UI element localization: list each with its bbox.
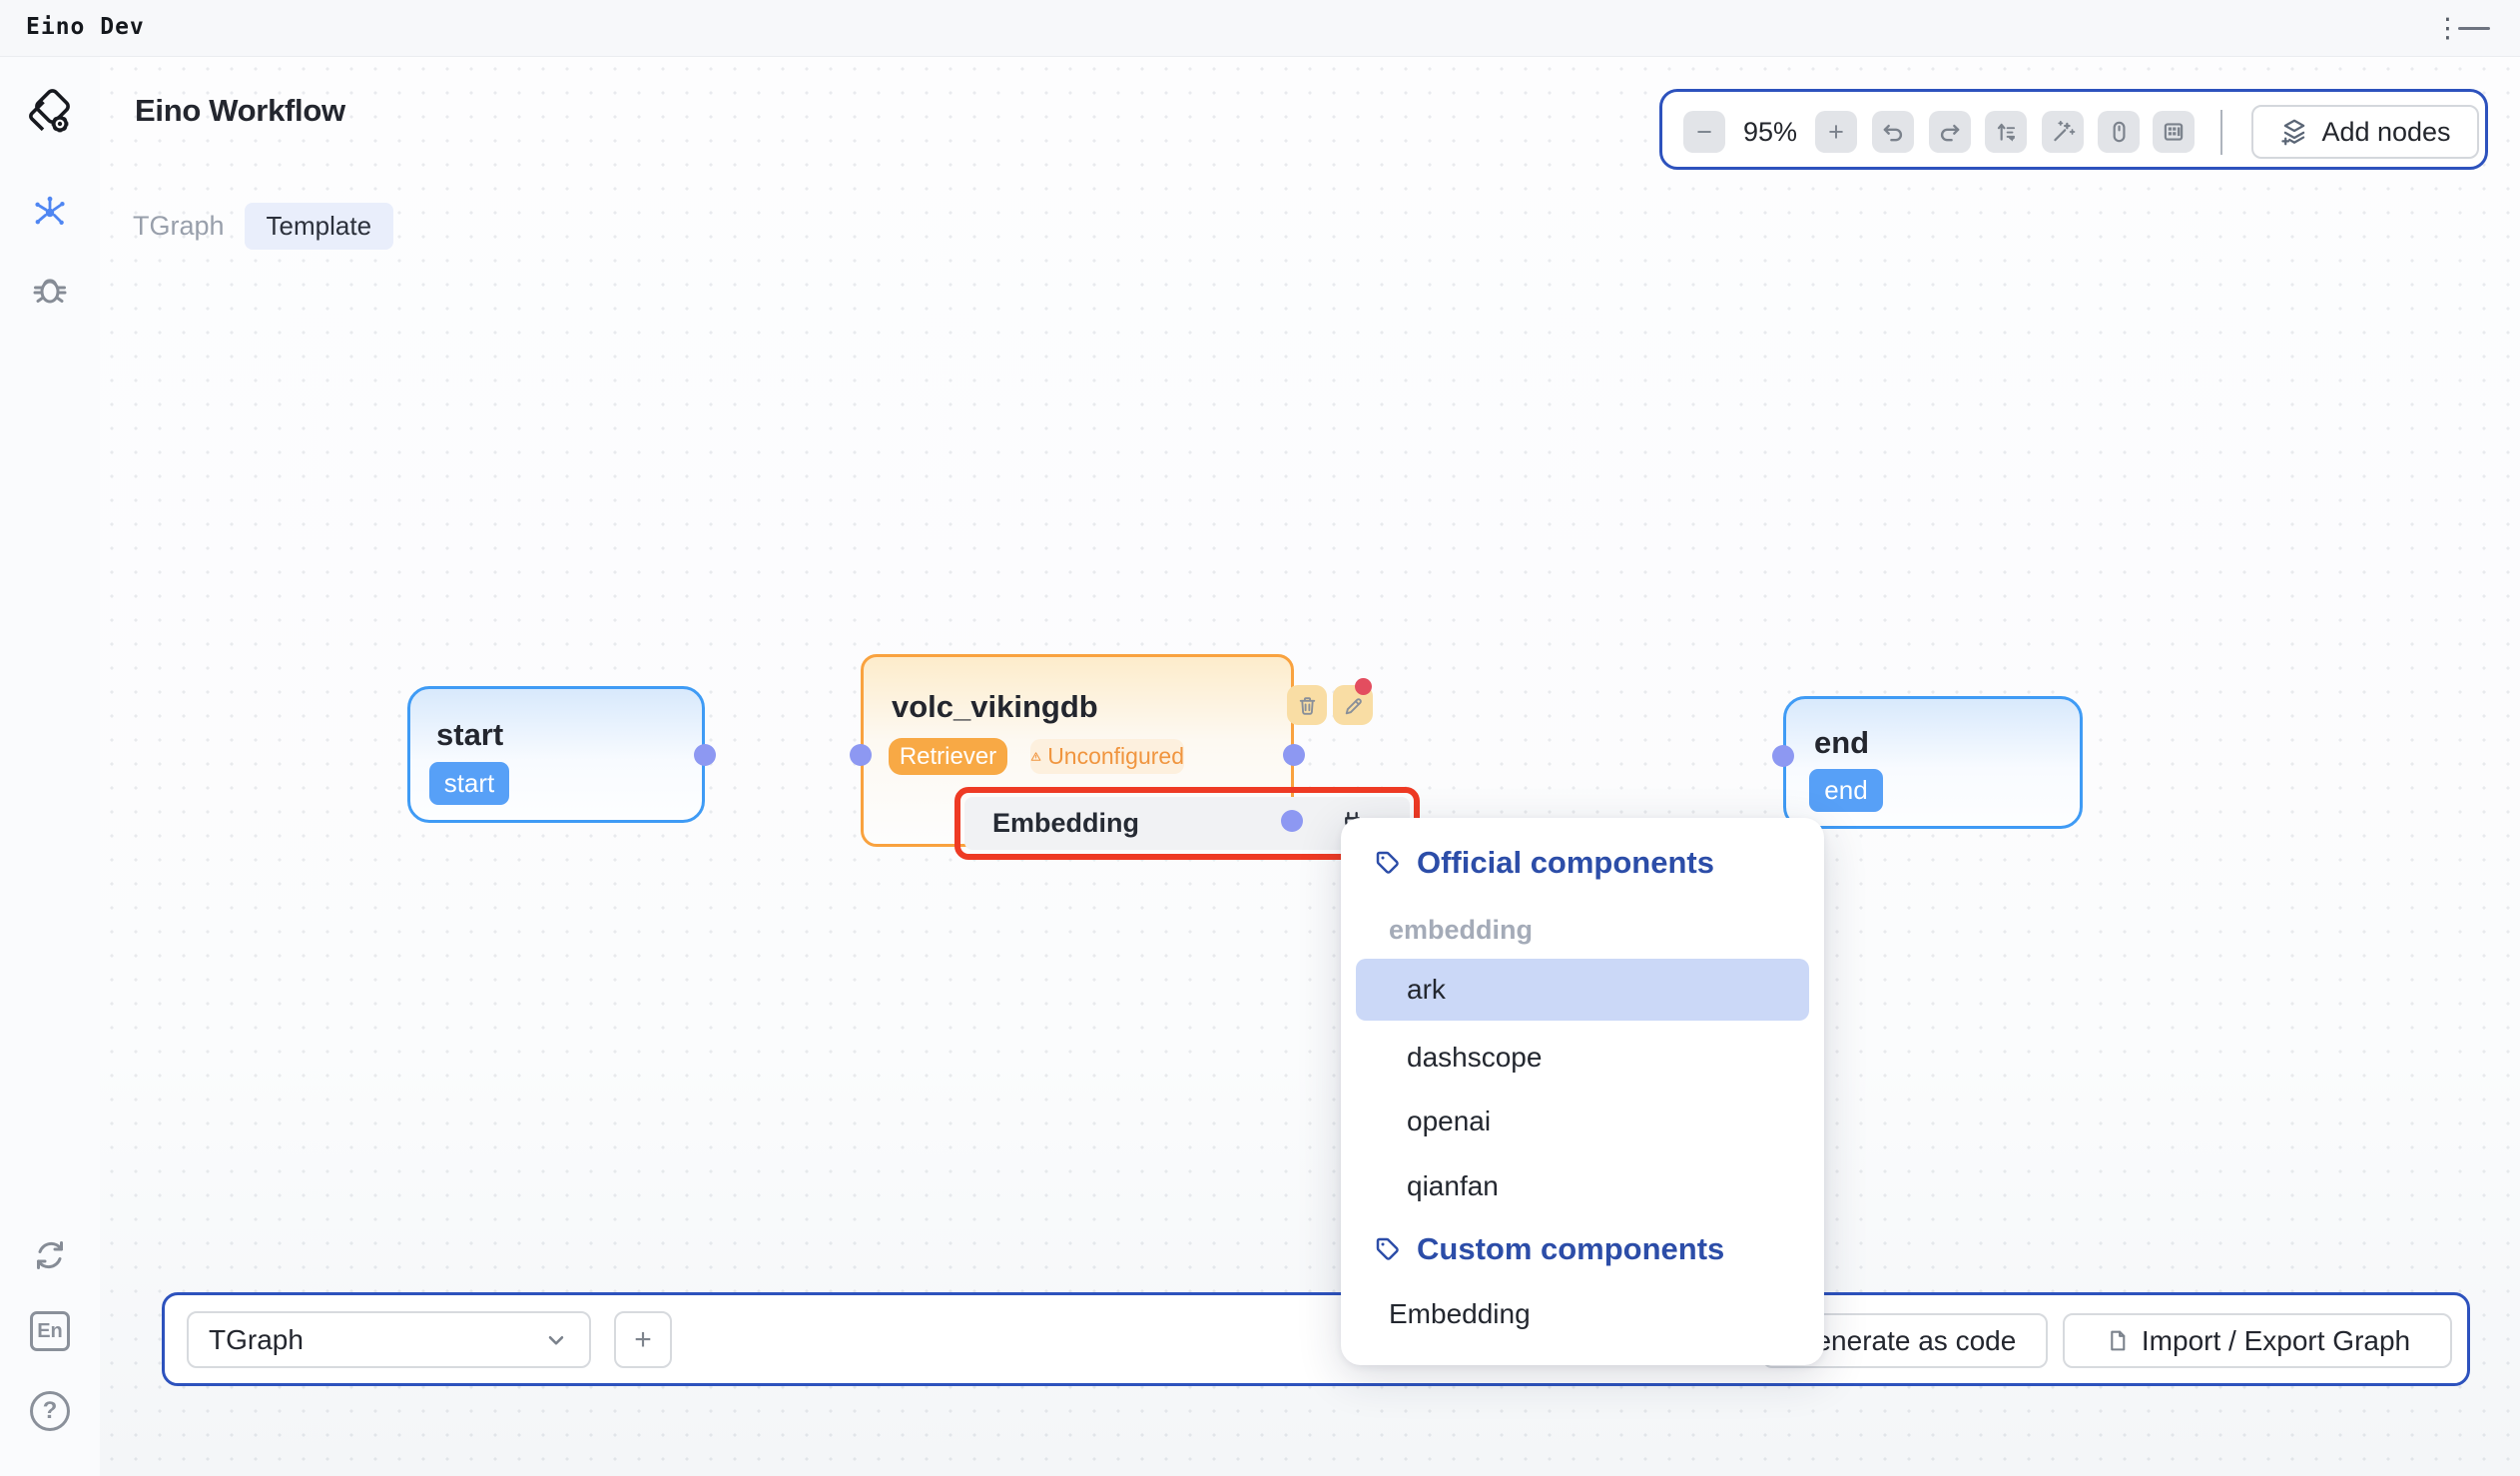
file-icon [2105,1328,2130,1353]
redo-button[interactable] [1929,111,1971,153]
workflow-canvas[interactable]: Eino Workflow TGraph Template − 95% + [100,57,2520,1476]
node-status-label: Unconfigured [1047,743,1184,770]
left-sidebar: En ? [0,57,100,1476]
component-item-qianfan[interactable]: qianfan [1356,1155,1809,1217]
window-menu-icon[interactable]: ⋮ [2434,8,2458,48]
zoom-in-button[interactable]: + [1815,111,1857,153]
add-nodes-button[interactable]: Add nodes [2251,105,2479,159]
breadcrumb-graph-name[interactable]: TGraph [133,211,225,242]
volc-output-port[interactable] [1283,744,1305,766]
window-titlebar: Eino Dev ⋮ [0,0,2520,57]
tag-icon [1373,848,1403,878]
edit-notification-dot [1355,678,1372,695]
add-nodes-label: Add nodes [2321,117,2450,148]
component-item-embedding-custom[interactable]: Embedding [1389,1288,1531,1340]
chevron-down-icon [543,1327,569,1353]
pencil-icon [1342,694,1365,717]
help-glyph: ? [30,1391,70,1431]
language-toggle-icon[interactable]: En [30,1311,70,1351]
node-end[interactable]: end end [1783,696,2083,829]
workflow-graph-icon[interactable] [30,193,70,233]
end-input-port[interactable] [1772,745,1794,767]
official-components-heading: Official components [1373,845,1714,881]
layers-plus-icon [2279,117,2309,147]
magic-wand-button[interactable] [2042,111,2084,153]
import-export-label: Import / Export Graph [2142,1325,2410,1357]
node-status-badge: Unconfigured [1030,739,1184,774]
zoom-level: 95% [1738,92,1802,173]
auto-layout-button[interactable] [1985,111,2027,153]
undo-button[interactable] [1872,111,1914,153]
node-type-badge: Retriever [889,738,1007,775]
component-item-ark[interactable]: ark [1356,959,1809,1021]
embedding-slot-label: Embedding [992,808,1139,839]
mouse-mode-button[interactable] [2098,111,2140,153]
breadcrumb: TGraph Template [133,203,393,250]
node-start[interactable]: start start [407,686,705,823]
canvas-toolbar: − 95% + [1659,89,2488,170]
embedding-group-label: embedding [1389,915,1533,946]
volc-input-port[interactable] [850,744,872,766]
component-picker-panel: Official components embedding ark dashsc… [1341,818,1824,1365]
zoom-out-button[interactable]: − [1683,111,1725,153]
import-export-button[interactable]: Import / Export Graph [2063,1313,2452,1368]
minimap-button[interactable] [2153,111,2195,153]
help-icon[interactable]: ? [30,1391,70,1431]
page-title: Eino Workflow [135,93,345,129]
window-minimize-icon[interactable] [2458,27,2490,30]
trash-icon [1296,694,1319,717]
eino-logo-icon[interactable] [23,87,77,141]
graph-select-value: TGraph [209,1324,543,1356]
toolbar-separator [2220,110,2222,155]
delete-node-button[interactable] [1287,685,1327,725]
component-item-openai[interactable]: openai [1356,1091,1809,1152]
app-title: Eino Dev [26,14,145,40]
debug-bug-icon[interactable] [30,269,70,309]
embedding-slot-port[interactable] [1281,810,1303,832]
node-start-title: start [436,717,503,753]
add-graph-button[interactable]: + [614,1311,672,1368]
node-end-title: end [1814,725,1869,761]
warning-icon [1030,747,1041,766]
graph-tab-bar: TGraph + Generate as code Import / Expor… [162,1292,2470,1386]
custom-components-heading: Custom components [1373,1231,1724,1267]
refresh-icon[interactable] [30,1235,70,1275]
template-badge: Template [245,203,394,250]
node-start-badge: start [429,762,509,805]
language-toggle-label: En [30,1311,70,1351]
eino-dev-app: Eino Dev ⋮ [0,0,2520,1476]
tag-icon [1373,1234,1403,1264]
graph-select[interactable]: TGraph [187,1311,591,1368]
node-end-badge: end [1809,769,1883,812]
start-output-port[interactable] [694,744,716,766]
component-item-dashscope[interactable]: dashscope [1356,1027,1809,1089]
node-volc-title: volc_vikingdb [892,689,1098,725]
